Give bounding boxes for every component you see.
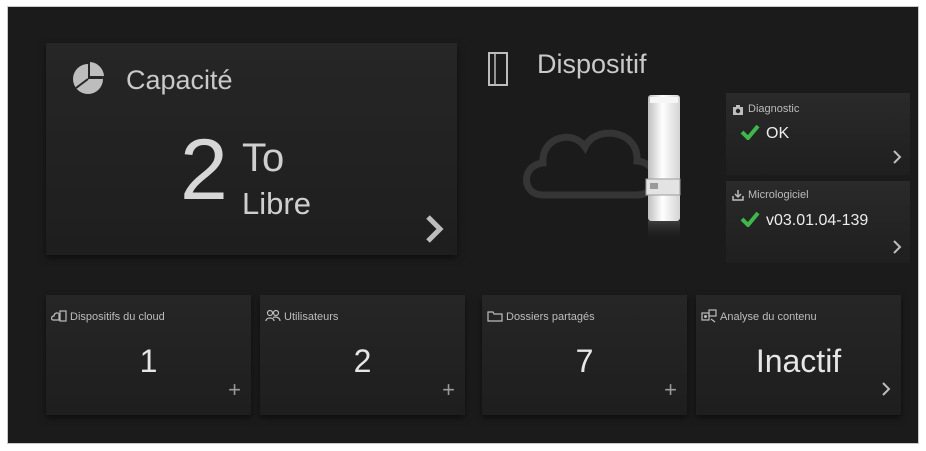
tile-label: Dispositifs du cloud [70,311,165,323]
add-cloud-device-button[interactable]: + [228,379,241,401]
capacity-amount: 2 [180,122,228,218]
diagnostic-card[interactable]: Diagnostic OK [726,93,910,175]
cloud-devices-icon [51,310,67,322]
tile-content-analysis[interactable]: Analyse du contenu Inactif [696,295,901,415]
firmware-value: v03.01.04-139 [766,212,869,229]
capacity-panel[interactable]: Capacité 2 To Libre [46,43,457,255]
firmware-label: Micrologiciel [748,189,809,201]
users-icon [265,309,281,322]
chevron-right-icon[interactable] [892,239,902,255]
tile-shared-folders[interactable]: Dossiers partagés 7 + [482,295,687,415]
tile-users[interactable]: Utilisateurs 2 + [260,295,465,415]
chevron-right-icon[interactable] [892,149,902,165]
diagnostic-label: Diagnostic [748,103,800,115]
firmware-status: v03.01.04-139 [740,211,868,230]
diagnostic-status: OK [740,124,789,143]
dashboard: Capacité 2 To Libre Dispositif Diagnosti… [7,6,919,444]
tile-label: Utilisateurs [284,311,339,323]
capacity-unit: To [242,136,285,180]
chevron-right-icon[interactable] [423,213,445,245]
tile-label: Analyse du contenu [720,311,817,323]
firmware-card[interactable]: Micrologiciel v03.01.04-139 [726,181,910,263]
pie-chart-icon [73,62,104,94]
device-image [645,95,681,241]
tile-cloud-devices[interactable]: Dispositifs du cloud 1 + [46,295,251,415]
tile-label: Dossiers partagés [506,311,595,323]
capacity-title: Capacité [126,65,233,95]
download-icon [732,190,744,201]
tile-value: Inactif [755,343,842,379]
tile-value: 1 [139,343,158,379]
check-icon [740,211,760,227]
add-shared-folder-button[interactable]: + [664,379,677,401]
content-scan-icon [701,309,717,323]
check-icon [740,124,760,140]
add-user-button[interactable]: + [442,379,455,401]
diagnostic-value: OK [766,125,790,142]
tile-value: 7 [575,343,594,379]
camera-icon [733,105,743,115]
folder-icon [487,311,503,322]
device-outline-icon [488,52,508,86]
tile-value: 2 [353,343,372,379]
capacity-status: Libre [242,186,311,221]
device-title: Dispositif [537,49,647,79]
chevron-right-icon[interactable] [881,381,891,397]
